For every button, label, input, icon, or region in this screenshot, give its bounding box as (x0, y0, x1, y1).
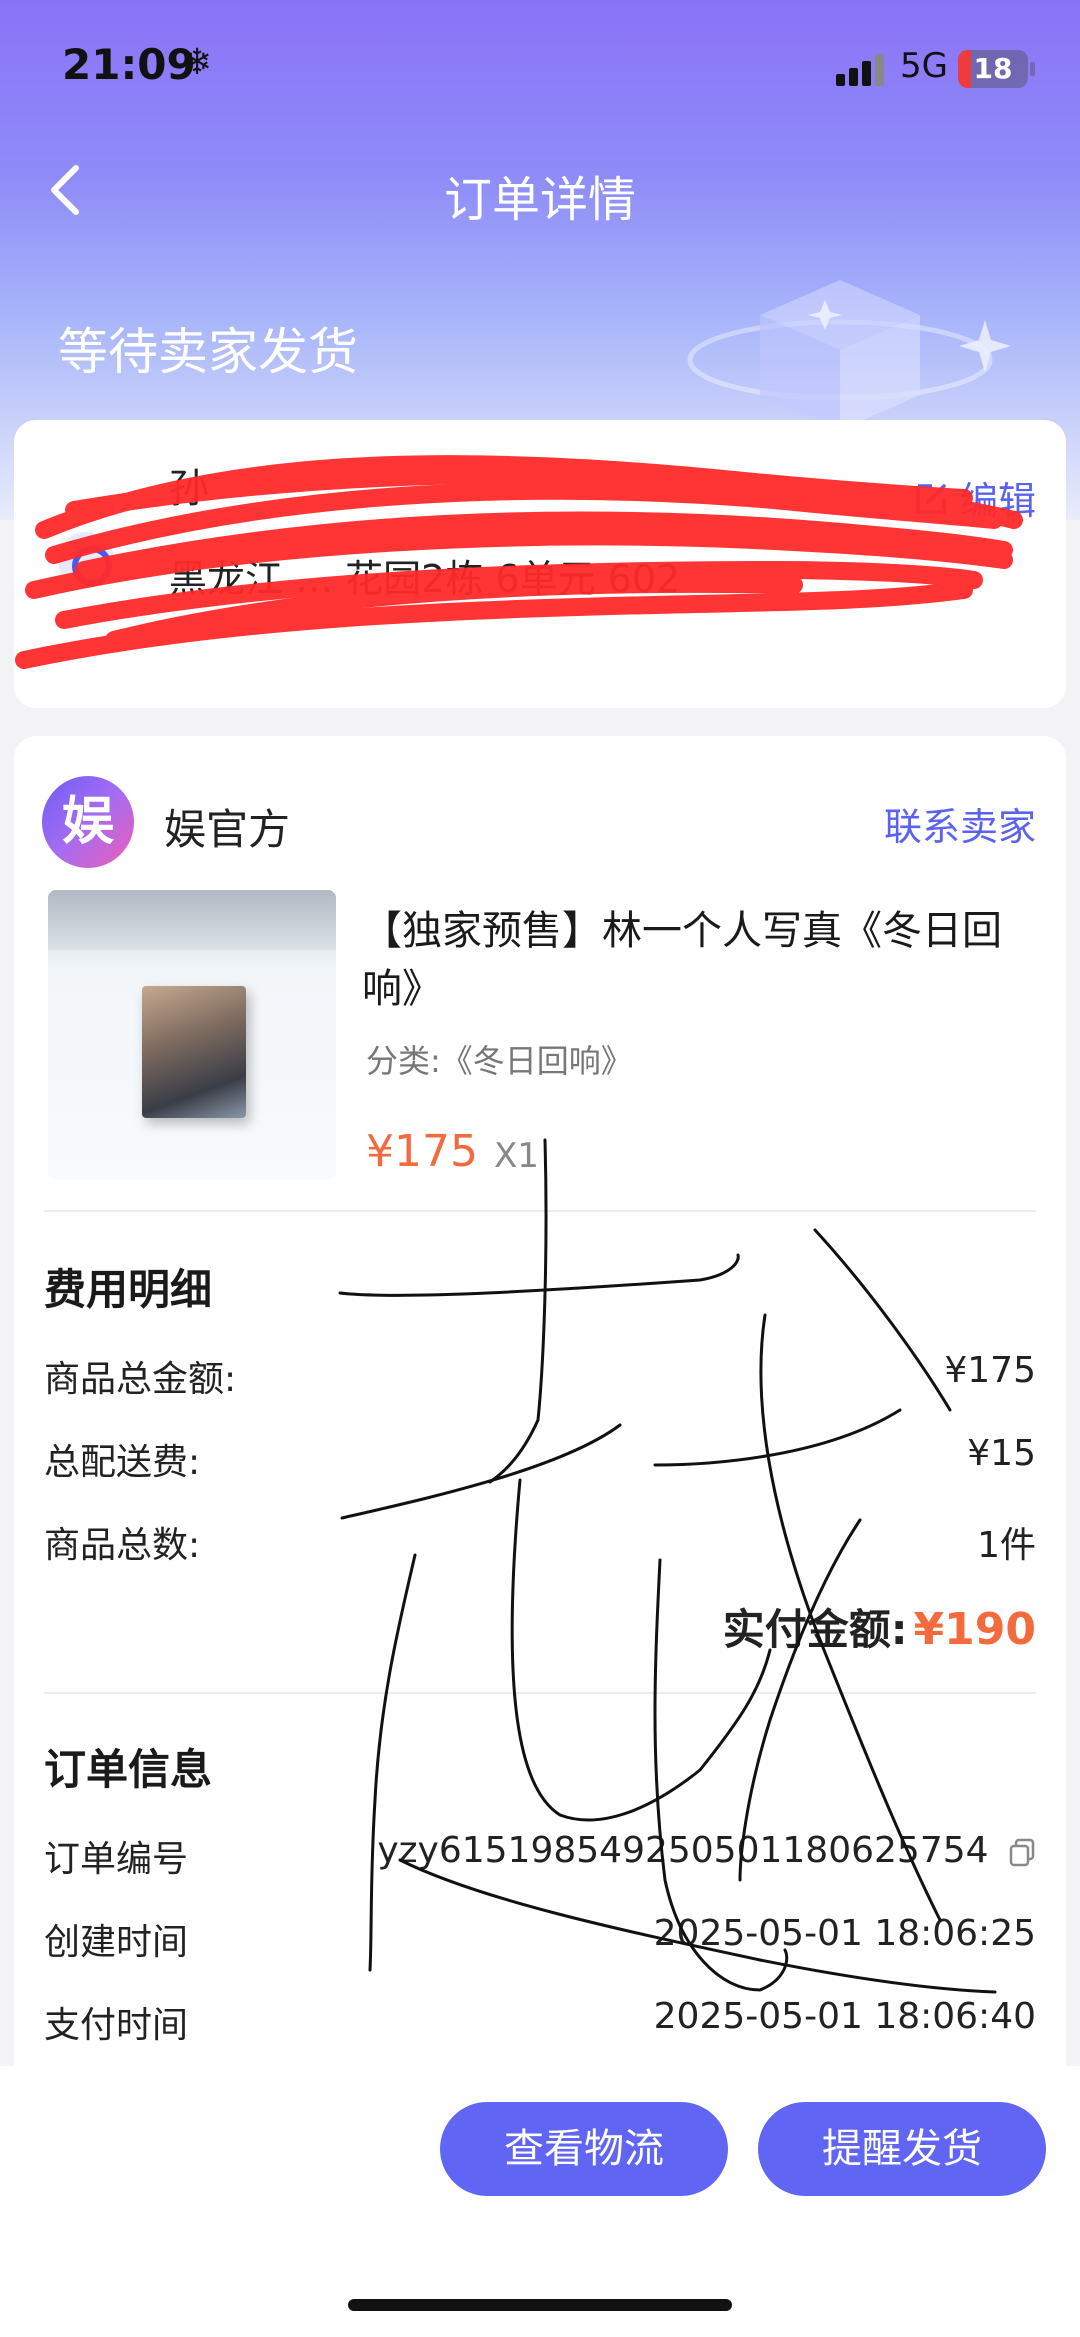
remind-shipping-button[interactable]: 提醒发货 (758, 2102, 1046, 2196)
snowflake-icon: ❄ (182, 42, 213, 83)
address-card[interactable]: 孙 黑龙江 … 花园2栋 6单元 602 编辑 (14, 420, 1066, 708)
product-quantity: X1 (494, 1136, 539, 1176)
fee-value: 1件 (977, 1525, 1036, 1566)
product-photo-book (142, 986, 246, 1118)
shop-logo[interactable]: 娱 (42, 776, 134, 868)
fee-label: 商品总数: (44, 1525, 201, 1566)
fee-details-title: 费用明细 (44, 1265, 213, 1314)
order-info-label: 创建时间 (44, 1922, 189, 1963)
fee-label: 总配送费: (44, 1442, 201, 1483)
shop-name[interactable]: 娱官方 (164, 796, 290, 857)
battery-tip (1030, 62, 1035, 76)
battery-icon: 18 (958, 50, 1028, 88)
order-info-label: 支付时间 (44, 2005, 189, 2046)
gift-box-illustration (687, 280, 1011, 430)
network-type: 5G (900, 46, 948, 86)
page-title: 订单详情 (443, 172, 636, 228)
order-status: 等待卖家发货 (58, 323, 358, 381)
paid-time: 2025-05-01 18:06:40 (653, 1996, 1036, 2037)
product-image-background (48, 890, 336, 950)
product-image[interactable] (48, 890, 336, 1180)
order-number: yzy6151985492505011806257​54 (377, 1830, 1036, 1871)
order-number-value: yzy6151985492505011806257​54 (377, 1830, 989, 1871)
contact-seller-button[interactable]: 联系卖家 (884, 796, 1036, 851)
product-price: ¥175 (366, 1126, 478, 1177)
paid-label: 实付金额: (722, 1605, 908, 1654)
paid-value: ¥190 (913, 1604, 1036, 1655)
signal-icon (836, 54, 886, 86)
status-time: 21:09 (62, 40, 196, 89)
fee-label: 商品总金额: (44, 1359, 237, 1400)
fee-value: ¥15 (967, 1433, 1036, 1474)
battery-level: 18 (973, 52, 1013, 85)
divider (44, 1692, 1036, 1694)
divider (44, 1210, 1036, 1212)
product-category: 分类:《冬日回响》 (366, 1042, 633, 1080)
order-info-label: 订单编号 (44, 1839, 189, 1880)
paid-amount: 实付金额: ¥190 (723, 1596, 1036, 1657)
status-bar: 21:09 ❄ 5G 18 (0, 0, 1080, 140)
copy-icon[interactable] (1008, 1837, 1036, 1867)
redaction-scribble (15, 455, 1023, 669)
fee-value: ¥175 (944, 1350, 1036, 1391)
created-time: 2025-05-01 18:06:25 (653, 1913, 1036, 1954)
home-indicator[interactable] (348, 2299, 732, 2311)
product-title[interactable]: 【独家预售】林一个人写真《冬日回响》 (362, 902, 1042, 1018)
view-logistics-button[interactable]: 查看物流 (440, 2102, 728, 2196)
order-info-title: 订单信息 (44, 1745, 213, 1794)
order-main-card: 娱 娱官方 联系卖家 【独家预售】林一个人写真《冬日回响》 分类:《冬日回响》 … (14, 736, 1066, 2066)
